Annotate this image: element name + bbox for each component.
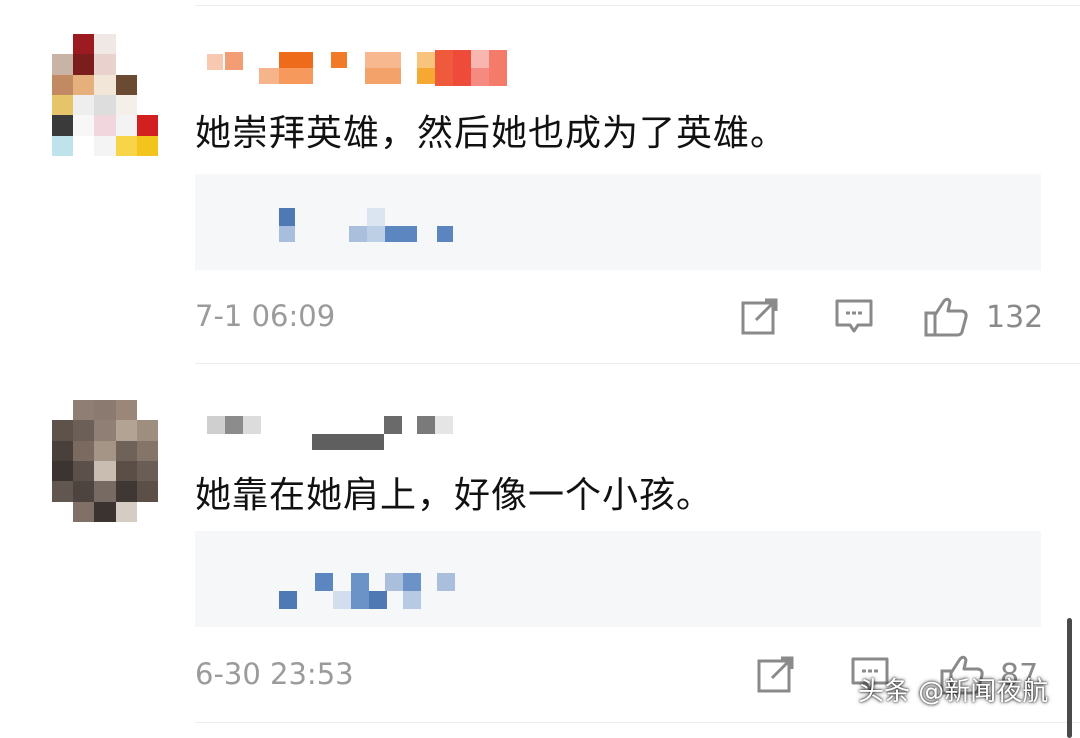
username-redacted[interactable] [207,414,537,450]
share-icon[interactable] [740,296,780,336]
scrollbar[interactable] [1067,618,1072,738]
thumbs-up-icon[interactable] [924,296,970,338]
top-divider [195,5,1080,6]
comment-icon[interactable] [834,296,874,336]
source-watermark: 头条 @新闻夜航 [858,677,1049,707]
quoted-reply-redacted[interactable] [195,531,1041,627]
share-icon[interactable] [756,654,796,694]
quoted-reply-redacted[interactable] [195,174,1041,270]
comment-time: 6-30 23:53 [195,657,354,691]
comment-divider [195,363,1080,364]
comment-text: 她崇拜英雄，然后她也成为了英雄。 [195,113,788,154]
comment-time: 7-1 06:09 [195,299,336,333]
bottom-divider [195,722,1080,723]
comment-actions: 132 [730,296,1050,342]
avatar[interactable] [52,400,158,522]
username-redacted[interactable] [207,50,537,86]
avatar[interactable] [52,34,158,156]
comment-text: 她靠在她肩上，好像一个小孩。 [195,475,714,516]
like-count: 132 [986,300,1044,335]
